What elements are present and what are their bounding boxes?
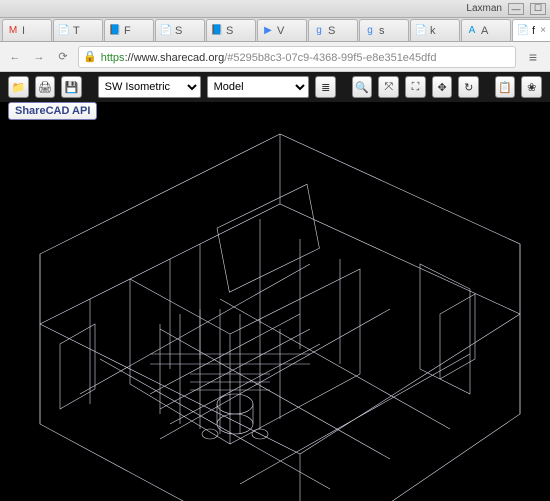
- sharecad-api-button[interactable]: ShareCAD API: [8, 102, 97, 120]
- tab-favicon: 📘: [109, 25, 121, 37]
- layers-button[interactable]: ≣: [315, 76, 336, 98]
- tab-favicon: g: [313, 25, 325, 37]
- tab-label: S: [175, 25, 182, 37]
- maximize-button[interactable]: ☐: [530, 3, 546, 15]
- wireframe-drawing: [0, 124, 550, 501]
- folder-icon: 📁: [11, 81, 25, 94]
- browser-tabstrip: MI📄T📘F📄S📘S▶VgSgs📄kAA📄f×: [0, 18, 550, 42]
- tab-label: f: [532, 25, 535, 37]
- clipboard-icon: 📋: [498, 81, 512, 94]
- minimize-button[interactable]: —: [508, 3, 524, 15]
- reload-icon[interactable]: ⟳: [54, 48, 72, 66]
- rotate-button[interactable]: ↻: [458, 76, 479, 98]
- tab-label: F: [124, 25, 131, 37]
- fit-icon: ⛶: [412, 81, 420, 94]
- print-icon: 🖨: [38, 81, 52, 94]
- tab-label: S: [328, 25, 335, 37]
- tab-label: s: [379, 25, 385, 37]
- forward-icon[interactable]: →: [30, 48, 48, 66]
- browser-tab[interactable]: 📘F: [104, 19, 154, 41]
- browser-tab[interactable]: ▶V: [257, 19, 307, 41]
- url-text: https://www.sharecad.org/#5295b8c3-07c9-…: [101, 50, 437, 64]
- zoom-in-button[interactable]: 🔍: [352, 76, 373, 98]
- gear-icon: ❀: [527, 81, 536, 94]
- tab-label: S: [226, 25, 233, 37]
- tab-favicon: A: [466, 25, 478, 37]
- zoom-extents-icon: ⤧: [384, 81, 393, 94]
- pan-button[interactable]: ✥: [432, 76, 453, 98]
- share-button[interactable]: 📋: [495, 76, 516, 98]
- back-icon[interactable]: ←: [6, 48, 24, 66]
- tab-favicon: g: [364, 25, 376, 37]
- tab-label: A: [481, 25, 488, 37]
- tab-favicon: 📘: [211, 25, 223, 37]
- pan-icon: ✥: [437, 81, 446, 94]
- zoom-in-icon: 🔍: [355, 81, 369, 94]
- browser-tab[interactable]: 📄T: [53, 19, 103, 41]
- tab-label: k: [430, 25, 436, 37]
- url-input[interactable]: 🔒 https://www.sharecad.org/#5295b8c3-07c…: [78, 46, 516, 68]
- save-icon: 💾: [65, 81, 79, 94]
- browser-tab[interactable]: 📄f ×: [512, 19, 550, 41]
- zoom-extents-button[interactable]: ⤧: [378, 76, 399, 98]
- fit-button[interactable]: ⛶: [405, 76, 426, 98]
- api-link-row: ShareCAD API: [0, 102, 550, 124]
- close-icon[interactable]: ×: [540, 25, 546, 36]
- window-user: Laxman: [466, 3, 502, 14]
- tab-favicon: 📄: [517, 25, 529, 37]
- browser-tab[interactable]: gS: [308, 19, 358, 41]
- browser-tab[interactable]: 📘S: [206, 19, 256, 41]
- tab-favicon: 📄: [58, 25, 70, 37]
- tab-favicon: 📄: [160, 25, 172, 37]
- browser-tab[interactable]: MI: [2, 19, 52, 41]
- open-button[interactable]: 📁: [8, 76, 29, 98]
- cad-viewer[interactable]: PDF to DWG: [0, 124, 550, 501]
- tab-favicon: 📄: [415, 25, 427, 37]
- view-select[interactable]: SW Isometric: [98, 76, 201, 98]
- browser-tab[interactable]: 📄k: [410, 19, 460, 41]
- layers-icon: ≣: [321, 81, 330, 94]
- tab-favicon: M: [7, 25, 19, 37]
- space-select[interactable]: Model: [207, 76, 310, 98]
- browser-tab[interactable]: gs: [359, 19, 409, 41]
- lock-icon: 🔒: [83, 50, 97, 63]
- browser-address-bar: ← → ⟳ 🔒 https://www.sharecad.org/#5295b8…: [0, 42, 550, 72]
- print-button[interactable]: 🖨: [35, 76, 56, 98]
- menu-icon[interactable]: ≡: [522, 46, 544, 68]
- app-toolbar: 📁 🖨 💾 SW Isometric Model ≣ 🔍 ⤧ ⛶ ✥ ↻ 📋 ❀: [0, 72, 550, 102]
- tab-label: T: [73, 25, 80, 37]
- tab-label: V: [277, 25, 284, 37]
- settings-button[interactable]: ❀: [521, 76, 542, 98]
- browser-tab[interactable]: 📄S: [155, 19, 205, 41]
- tab-favicon: ▶: [262, 25, 274, 37]
- tab-label: I: [22, 25, 25, 37]
- window-titlebar: Laxman — ☐: [0, 0, 550, 18]
- save-button[interactable]: 💾: [61, 76, 82, 98]
- browser-tab[interactable]: AA: [461, 19, 511, 41]
- rotate-icon: ↻: [464, 81, 473, 94]
